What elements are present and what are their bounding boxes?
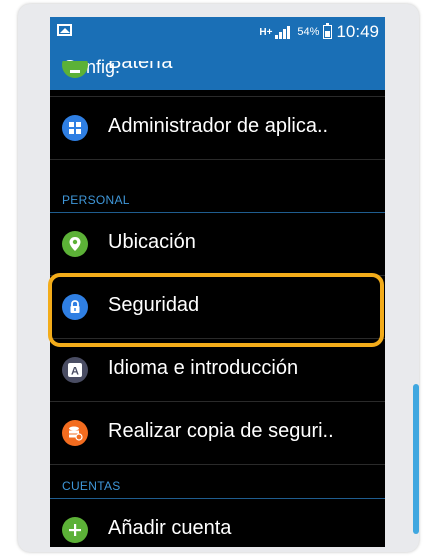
settings-item-label: Añadir cuenta xyxy=(108,517,232,539)
settings-item-language[interactable]: A Idioma e introducción xyxy=(50,339,385,402)
signal-icon xyxy=(275,25,291,39)
battery-icon xyxy=(62,61,88,78)
status-bar-right: H+ 54% 10:49 xyxy=(259,20,379,44)
image-notification-icon xyxy=(57,24,72,36)
settings-item-label: Idioma e introducción xyxy=(108,357,299,379)
security-highlight-outline xyxy=(48,273,384,347)
location-pin-icon xyxy=(62,231,88,257)
grid-icon xyxy=(62,115,88,141)
plus-icon xyxy=(62,517,88,543)
settings-item-app-manager[interactable]: Administrador de aplica.. xyxy=(50,97,385,160)
settings-item-battery[interactable]: Batería xyxy=(50,61,385,97)
settings-item-label: Batería xyxy=(108,61,173,73)
section-label: CUENTAS xyxy=(62,479,121,493)
clock: 10:49 xyxy=(336,22,379,41)
settings-item-backup[interactable]: Realizar copia de seguri.. xyxy=(50,402,385,465)
settings-item-label: Administrador de aplica.. xyxy=(108,115,329,137)
settings-item-label: Realizar copia de seguri.. xyxy=(108,420,334,442)
settings-item-label: Ubicación xyxy=(108,231,196,253)
frame-accent xyxy=(413,384,419,534)
section-header-personal: PERSONAL xyxy=(50,189,385,213)
settings-item-add-account[interactable]: Añadir cuenta xyxy=(50,499,385,547)
settings-item-location[interactable]: Ubicación xyxy=(50,213,385,276)
database-backup-icon xyxy=(62,420,88,446)
status-bar: H+ 54% 10:49 xyxy=(50,17,385,46)
network-type-indicator: H+ xyxy=(259,26,273,38)
battery-status-icon xyxy=(323,23,333,39)
battery-percent: 54% xyxy=(297,26,320,38)
section-header-accounts: CUENTAS xyxy=(50,475,385,499)
svg-text:A: A xyxy=(71,366,79,378)
keyboard-letter-icon: A xyxy=(62,357,88,383)
section-label: PERSONAL xyxy=(62,193,130,207)
